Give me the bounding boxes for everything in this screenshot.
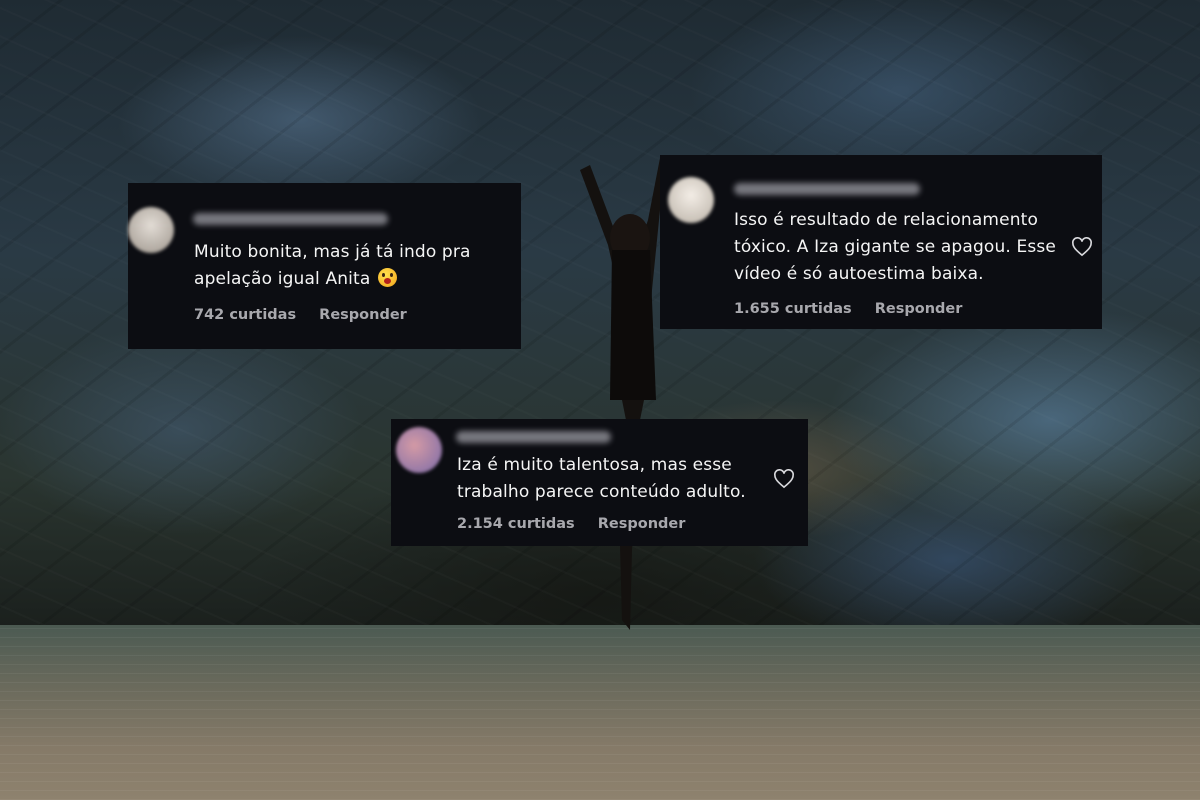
likes-count: 2.154 curtidas — [457, 516, 575, 532]
heart-icon[interactable] — [1071, 237, 1093, 257]
water-surface — [0, 625, 1200, 800]
reply-button[interactable]: Responder — [598, 516, 686, 532]
avatar[interactable] — [128, 207, 174, 253]
comment-card: paula_bonita Iza é muito talentosa, mas … — [391, 419, 808, 546]
comment-meta: 1.655 curtidas Responder — [734, 301, 962, 317]
comment-text: Isso é resultado de relacionamento tóxic… — [734, 210, 1056, 284]
comment-meta: 742 curtidas Responder — [194, 307, 407, 323]
comment-card: taliane_santana Muito bonita, mas já tá … — [128, 183, 521, 349]
avatar[interactable] — [396, 427, 442, 473]
comment-username[interactable]: paula_bonita — [456, 431, 611, 443]
likes-count: 1.655 curtidas — [734, 301, 852, 317]
comment-username[interactable]: taliane_santana — [193, 213, 388, 225]
background-photo — [0, 0, 1200, 800]
avatar[interactable] — [668, 177, 714, 223]
astonished-face-icon — [377, 268, 397, 287]
reply-button[interactable]: Responder — [875, 301, 963, 317]
heart-icon[interactable] — [773, 469, 795, 489]
comment-text-content: Muito bonita, mas já tá indo pra apelaçã… — [194, 242, 471, 289]
reply-button[interactable]: Responder — [319, 307, 407, 323]
comment-text: Muito bonita, mas já tá indo pra apelaçã… — [194, 239, 514, 293]
likes-count: 742 curtidas — [194, 307, 297, 323]
comment-card: edeliacarvalho Isso é resultado de relac… — [660, 155, 1102, 329]
comment-meta: 2.154 curtidas Responder — [457, 516, 685, 532]
comment-username[interactable]: edeliacarvalho — [734, 183, 920, 195]
comment-text: Iza é muito talentosa, mas esse trabalho… — [457, 455, 746, 502]
